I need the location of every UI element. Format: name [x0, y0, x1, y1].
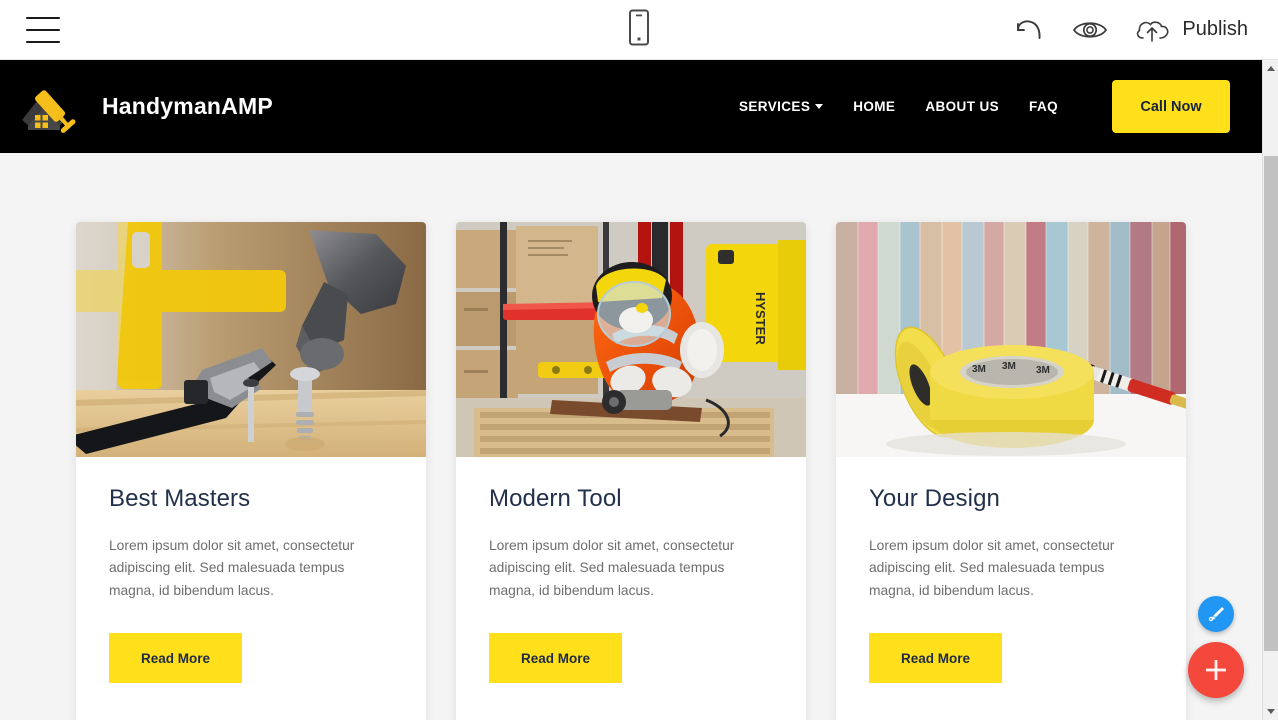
nav-item-label: ABOUT US	[925, 99, 1000, 114]
call-now-button[interactable]: Call Now	[1112, 80, 1230, 133]
nav-item-faq[interactable]: FAQ	[1014, 99, 1073, 114]
vertical-scrollbar[interactable]	[1262, 60, 1278, 720]
chevron-down-icon	[815, 104, 824, 109]
editor-tools-group: Publish	[1013, 15, 1248, 45]
undo-arrow-icon[interactable]	[1013, 16, 1047, 44]
svg-text:3M: 3M	[1002, 361, 1016, 372]
nav-item-label: FAQ	[1029, 99, 1058, 114]
mobile-device-icon[interactable]	[626, 8, 652, 51]
card-image-worker: HYSTER	[456, 222, 806, 457]
scroll-up-arrow-icon[interactable]	[1263, 60, 1278, 77]
card-text: Lorem ipsum dolor sit amet, consectetur …	[869, 538, 1115, 598]
svg-text:3M: 3M	[1036, 365, 1050, 376]
publish-label: Publish	[1182, 18, 1248, 40]
hamburger-line	[26, 40, 60, 43]
card-title: Best Masters	[109, 485, 251, 512]
service-card[interactable]: HYSTER Modern Tool Lorem ipsum dolor sit…	[456, 222, 806, 720]
card-image-tape: 3M 3M 3M	[836, 222, 1186, 457]
publish-button[interactable]: Publish	[1133, 15, 1248, 45]
nav-item-label: HOME	[853, 99, 896, 114]
card-text: Lorem ipsum dolor sit amet, consectetur …	[109, 538, 355, 598]
nav-item-services[interactable]: SERVICES	[724, 99, 838, 114]
scrollbar-thumb[interactable]	[1264, 156, 1278, 651]
paint-brush-fab[interactable]	[1198, 596, 1234, 632]
card-text: Lorem ipsum dolor sit amet, consectetur …	[489, 538, 735, 598]
house-paint-roller-logo	[22, 89, 76, 133]
scroll-down-arrow-icon[interactable]	[1263, 703, 1278, 720]
card-title: Your Design	[869, 485, 1000, 512]
svg-text:3M: 3M	[972, 364, 986, 375]
read-more-button[interactable]: Read More	[109, 633, 242, 684]
hamburger-line	[26, 16, 60, 19]
add-block-fab[interactable]	[1188, 642, 1244, 698]
brand-name: HandymanAMP	[102, 93, 273, 119]
paint-brush-icon	[1208, 607, 1224, 622]
site-preview-canvas: HandymanAMP SERVICES HOME ABOUT US FAQ C…	[0, 60, 1262, 720]
service-cards-row: Best Masters Lorem ipsum dolor sit amet,…	[0, 153, 1262, 720]
nav-item-home[interactable]: HOME	[838, 99, 910, 114]
nav-item-about-us[interactable]: ABOUT US	[910, 99, 1014, 114]
card-body: Modern Tool Lorem ipsum dolor sit amet, …	[456, 457, 806, 720]
card-body: Your Design Lorem ipsum dolor sit amet, …	[836, 457, 1186, 720]
card-title: Modern Tool	[489, 485, 622, 512]
card-image-tools	[76, 222, 426, 457]
card-body: Best Masters Lorem ipsum dolor sit amet,…	[76, 457, 426, 720]
hamburger-line	[26, 28, 60, 31]
editor-toolbar: Publish	[0, 0, 1278, 60]
read-more-button[interactable]: Read More	[489, 633, 622, 684]
eye-preview-icon[interactable]	[1071, 17, 1109, 43]
nav-item-label: SERVICES	[739, 99, 811, 114]
svg-text:HYSTER: HYSTER	[753, 292, 768, 345]
hamburger-menu-icon[interactable]	[26, 16, 60, 43]
read-more-button[interactable]: Read More	[869, 633, 1002, 684]
site-nav-links: SERVICES HOME ABOUT US FAQ Call Now	[724, 80, 1262, 133]
service-card[interactable]: 3M 3M 3M Your Design Lorem ipsum dolor s…	[836, 222, 1186, 720]
plus-icon	[1206, 660, 1226, 680]
cloud-upload-icon	[1137, 20, 1169, 42]
site-navbar: HandymanAMP SERVICES HOME ABOUT US FAQ C…	[0, 60, 1262, 153]
brand[interactable]: HandymanAMP	[14, 76, 273, 138]
service-card[interactable]: Best Masters Lorem ipsum dolor sit amet,…	[76, 222, 426, 720]
